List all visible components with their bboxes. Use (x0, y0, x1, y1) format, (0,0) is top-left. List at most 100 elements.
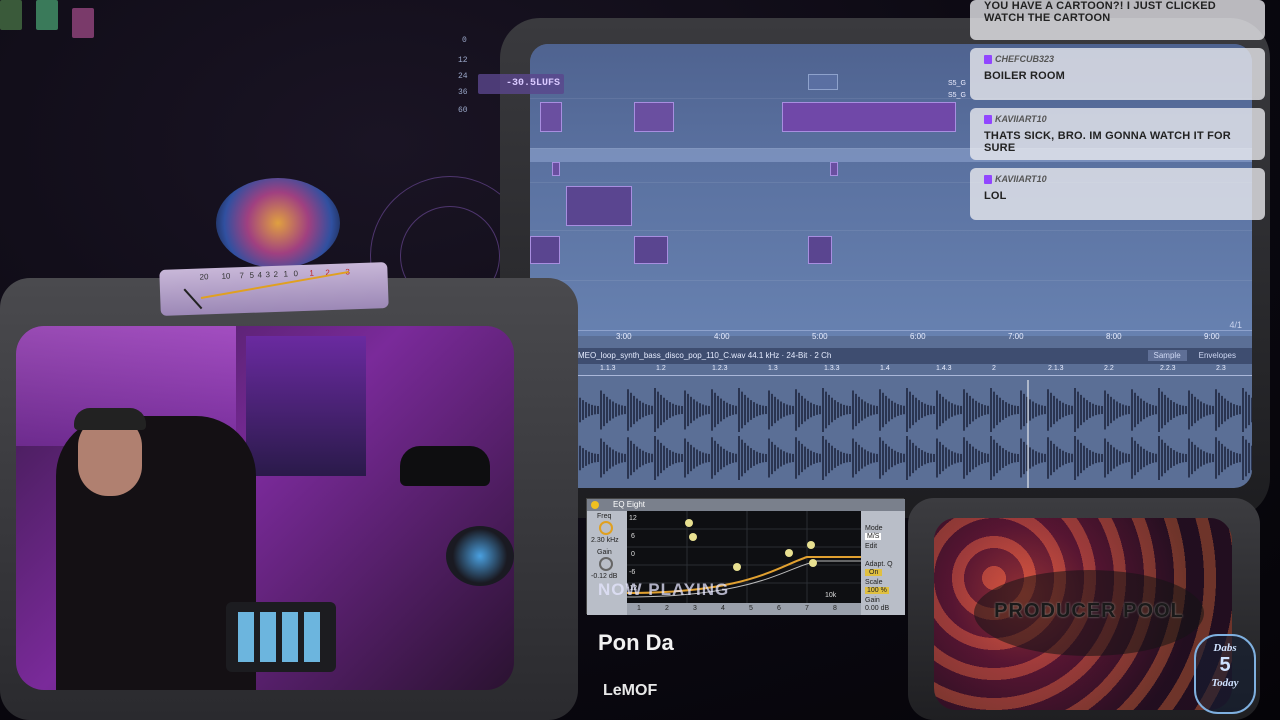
clip[interactable] (552, 162, 560, 176)
waveform-bar (867, 451, 869, 465)
freq-knob[interactable] (599, 521, 613, 535)
waveform-bar (1251, 397, 1252, 423)
chat-message: KAVIIART10 LOL (970, 168, 1265, 220)
waveform-bar (765, 453, 767, 463)
gain-knob[interactable] (599, 557, 613, 571)
waveform-bar (690, 444, 692, 472)
waveform-bar (1056, 446, 1058, 470)
output-gain-value[interactable]: 0.00 dB (865, 605, 889, 612)
eq-band-selector[interactable]: 1 2 3 4 5 6 7 8 (627, 603, 861, 615)
waveform-bar (1122, 404, 1124, 416)
waveform-bar (846, 453, 848, 463)
waveform-bar (636, 446, 638, 470)
waveform-bar (666, 448, 668, 468)
adapt-q-toggle[interactable]: On (865, 569, 883, 576)
band-number[interactable]: 2 (665, 605, 669, 612)
waveform-bar (1233, 452, 1235, 464)
waveform-bar (750, 448, 752, 468)
band-number[interactable]: 7 (805, 605, 809, 612)
scale-value[interactable]: 100 % (865, 587, 889, 594)
waveform-bar (645, 452, 647, 464)
timeline-tick: 5:00 (812, 332, 828, 341)
waveform-bar (1104, 390, 1106, 430)
waveform-bar (639, 448, 641, 468)
clip[interactable] (830, 162, 838, 176)
adapt-q-label: Adapt. Q (865, 561, 893, 568)
waveform-bar (975, 448, 977, 468)
waveform-bar (885, 443, 887, 473)
waveform-bar (1215, 437, 1217, 479)
waveform-bar (1116, 449, 1118, 467)
band-number[interactable]: 6 (777, 605, 781, 612)
waveform-bar (681, 453, 683, 463)
waveform-bar (1044, 405, 1046, 415)
waveform-bar (735, 453, 737, 463)
mode-select[interactable]: M/S (865, 533, 882, 540)
gain-value: -0.12 dB (591, 573, 618, 580)
waveform-bar (723, 448, 725, 468)
waveform-bar (762, 453, 764, 463)
waveform-bar (960, 405, 962, 415)
eq-band-node[interactable] (807, 541, 815, 549)
clip[interactable] (540, 102, 562, 132)
waveform-bar (936, 390, 938, 430)
poster (36, 0, 58, 30)
waveform-bar (798, 440, 800, 476)
eq-band-node[interactable] (685, 519, 693, 527)
clip[interactable] (782, 102, 956, 132)
waveform-bar (1224, 446, 1226, 470)
waveform-bar (738, 388, 740, 432)
band-number[interactable]: 4 (721, 605, 725, 612)
band-number[interactable]: 8 (833, 605, 837, 612)
waveform-bar (843, 404, 845, 416)
band-number[interactable]: 5 (749, 605, 753, 612)
band-number[interactable]: 3 (693, 605, 697, 612)
waveform-bar (867, 403, 869, 417)
waveform-bar (963, 437, 965, 479)
sample-waveform[interactable] (570, 380, 1252, 488)
twitch-icon (984, 114, 992, 124)
waveform-bar (591, 452, 593, 464)
plugin-title-bar[interactable]: EQ Eight (587, 499, 905, 511)
waveform-bar (1215, 389, 1217, 431)
eq-band-node[interactable] (785, 549, 793, 557)
waveform-bar (1005, 402, 1007, 418)
waveform-bar (678, 405, 680, 415)
clip[interactable] (566, 186, 632, 226)
waveform-bar (645, 404, 647, 416)
waveform-bar (1149, 404, 1151, 416)
eq-band-node[interactable] (689, 533, 697, 541)
tab-sample[interactable]: Sample (1147, 350, 1187, 361)
waveform-bar (819, 405, 821, 415)
waveform-bar (1143, 448, 1145, 468)
waveform-bar (840, 451, 842, 465)
song-artist: LeMOF (603, 682, 658, 699)
band-number[interactable]: 1 (637, 605, 641, 612)
waveform-bar (1101, 453, 1103, 463)
waveform-bar (816, 453, 818, 463)
waveform-bar (681, 405, 683, 415)
waveform-bar (693, 399, 695, 421)
dabs-today-badge: Dabs 5 Today (1194, 634, 1256, 714)
clip[interactable] (808, 236, 832, 264)
timeline-ruler[interactable]: 3:00 4:00 5:00 6:00 7:00 8:00 9:00 (530, 330, 1252, 344)
eq-band-node[interactable] (809, 559, 817, 567)
power-icon[interactable] (591, 501, 599, 509)
waveform-bar (819, 453, 821, 463)
clip[interactable] (808, 74, 838, 90)
freq-label: Freq (597, 513, 612, 520)
waveform-bar (1203, 451, 1205, 465)
waveform-bar (870, 404, 872, 416)
waveform-bar (1044, 453, 1046, 463)
track-divider (530, 230, 1252, 231)
clip[interactable] (634, 102, 674, 132)
eq-band-node[interactable] (733, 563, 741, 571)
clip-ruler[interactable]: 1.1.3 1.2 1.2.3 1.3 1.3.3 1.4 1.4.3 2 2.… (570, 364, 1252, 376)
clip[interactable] (530, 236, 560, 264)
tab-envelopes[interactable]: Envelopes (1193, 350, 1242, 361)
waveform-bar (1086, 400, 1088, 420)
waveform-bar (582, 400, 584, 420)
clip[interactable] (634, 236, 668, 264)
waveform-bar (951, 451, 953, 465)
waveform-bar (1185, 453, 1187, 463)
